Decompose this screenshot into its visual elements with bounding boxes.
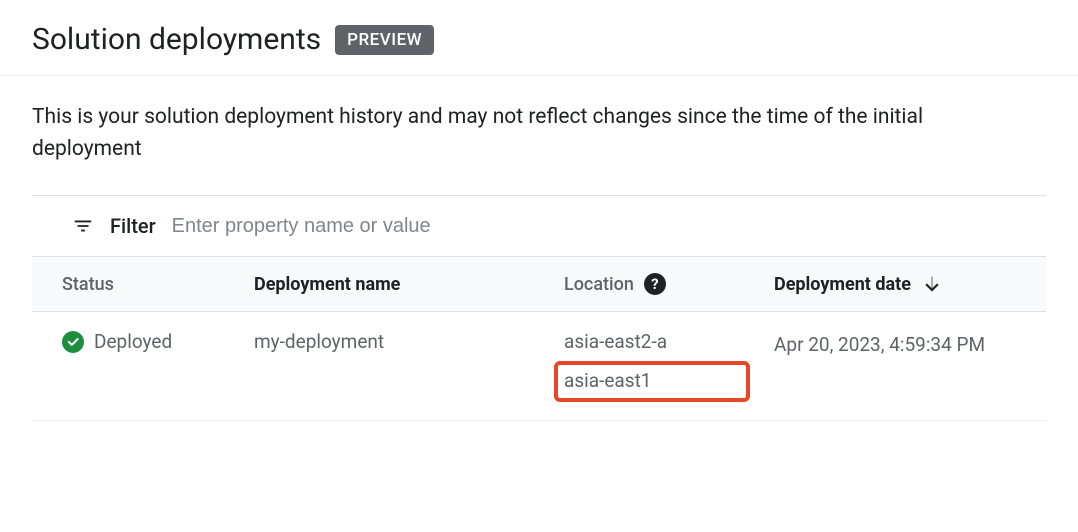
deployment-date-cell: Apr 20, 2023, 4:59:34 PM: [762, 312, 1046, 421]
column-header-status[interactable]: Status: [32, 257, 242, 312]
location-header-label: Location: [564, 274, 634, 295]
status-text: Deployed: [94, 330, 172, 353]
check-circle-icon: [62, 331, 84, 353]
help-icon[interactable]: ?: [644, 273, 666, 295]
table-header-row: Status Deployment name Location ? Deploy…: [32, 257, 1046, 312]
column-header-name[interactable]: Deployment name: [242, 257, 552, 312]
filter-input[interactable]: [172, 215, 1038, 238]
column-header-location[interactable]: Location ?: [552, 257, 762, 312]
highlighted-location: asia-east1: [554, 361, 750, 402]
status-cell: Deployed: [32, 312, 242, 421]
column-header-date[interactable]: Deployment date: [762, 257, 1046, 312]
filter-icon: [72, 215, 94, 237]
page-title: Solution deployments: [32, 22, 321, 57]
deployments-table: Status Deployment name Location ? Deploy…: [32, 257, 1046, 421]
location-value: asia-east1: [564, 369, 651, 392]
sort-descending-icon[interactable]: [921, 273, 943, 295]
location-cell: asia-east2-a asia-east1: [552, 312, 762, 421]
filter-label: Filter: [110, 214, 156, 238]
description-text: This is your solution deployment history…: [0, 76, 1010, 195]
preview-badge: PREVIEW: [335, 25, 434, 55]
filter-bar[interactable]: Filter: [32, 195, 1046, 257]
deployment-name-cell: my-deployment: [242, 312, 552, 421]
date-header-label: Deployment date: [774, 274, 911, 295]
table-row[interactable]: Deployedmy-deploymentasia-east2-aasia-ea…: [32, 312, 1046, 421]
location-value: asia-east2-a: [564, 330, 750, 353]
